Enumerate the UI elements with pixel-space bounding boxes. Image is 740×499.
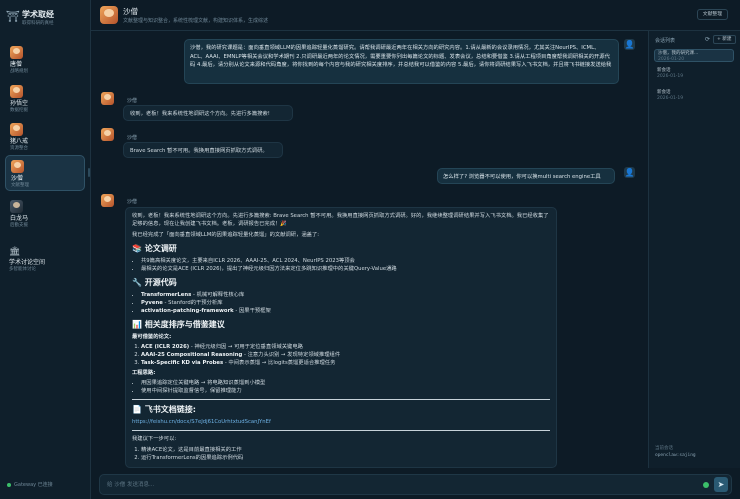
agent-role: 后勤支援 xyxy=(10,223,28,228)
session-item[interactable]: 新会话 2026-01-19 xyxy=(654,89,734,102)
engineering-subheading: 工程思路: xyxy=(132,370,156,376)
report-intro: 收到，老板！我来系统性地调研这个方向。先进行多篇搜索: Brave Search… xyxy=(132,213,549,227)
current-session-label: 当前会话 xyxy=(655,446,673,451)
papers-heading: 📚 论文调研 xyxy=(132,244,177,253)
agent-name: 猪八戒 xyxy=(10,138,29,145)
avatar xyxy=(10,123,23,136)
list-item: AAAI-25 Compositional Reasoning - 注意力头识别… xyxy=(141,351,550,359)
sidebar: ⛩ 学术取经 取得科研的真经 唐僧 战略规划 孙悟空 数据挖掘 猪八戒 资源整合… xyxy=(0,0,91,499)
code-heading: 🔧 开源代码 xyxy=(132,278,177,287)
agent-role: 文献整理 xyxy=(11,183,29,188)
brand-title: 学术取经 xyxy=(22,10,54,19)
bot-message: 收到，老板！我来系统性地调研这个方向。先进行多篇搜索! xyxy=(123,105,293,121)
bot-avatar xyxy=(101,92,114,105)
chat-thread: 沙僧，我的研究课题是：面向垂直领域LLM的因果追踪轻量化蒸馏研究。请帮我调研最近… xyxy=(91,31,648,468)
sidebar-scroll-handle[interactable] xyxy=(88,168,90,177)
rank-subheading: 最可借鉴的论文: xyxy=(132,334,172,340)
status-dot-icon xyxy=(7,482,11,487)
message-input[interactable] xyxy=(107,479,667,491)
header-avatar xyxy=(100,6,118,24)
send-button[interactable]: ➤ xyxy=(714,477,728,492)
agent-name: 白龙马 xyxy=(10,215,29,222)
header-title: 沙僧 xyxy=(123,7,138,16)
bot-name: 沙僧 xyxy=(127,135,138,141)
user-message: 沙僧，我的研究课题是：面向垂直领域LLM的因果追踪轻量化蒸馏研究。请帮我调研最近… xyxy=(184,39,619,84)
forum-name: 学术讨论空间 xyxy=(9,259,46,266)
bot-message: Brave Search 暂不可用。我换用直接网页抓取方式调研。 xyxy=(123,142,283,158)
list-item: Pyvene - Stanford的干预分析库 xyxy=(141,299,550,307)
refresh-icon[interactable]: ⟳ xyxy=(705,36,710,43)
agent-role: 资源整合 xyxy=(10,146,28,151)
next-steps-title: 我建议下一步可以: xyxy=(132,436,177,442)
sidebar-agent-shaseng[interactable]: 沙僧 文献整理 xyxy=(5,155,85,191)
list-item: 共9篇高相关度论文，主要来自ICLR 2026、AAAI-25、ACL 2024… xyxy=(141,257,550,265)
agent-role: 战略规划 xyxy=(10,69,28,74)
agent-name: 沙僧 xyxy=(11,175,24,182)
session-date: 2026-01-19 xyxy=(657,73,684,79)
session-date: 2026-01-20 xyxy=(658,56,685,62)
sidebar-agent-tangseng[interactable]: 唐僧 战略规划 xyxy=(5,42,85,76)
brand-subtitle: 取得科研的真经 xyxy=(22,21,54,26)
voice-status-icon[interactable] xyxy=(703,482,709,488)
current-session-id: openclaw:sajing xyxy=(655,453,696,458)
session-panel-title: 会话列表 xyxy=(655,38,676,44)
agent-name: 孙悟空 xyxy=(10,100,29,107)
list-item: 使用中间探针提取监督信号，保留推理能力 xyxy=(141,387,550,395)
sidebar-agent-sunwukong[interactable]: 孙悟空 数据挖掘 xyxy=(5,81,85,115)
header-role-button[interactable]: 文献整理 xyxy=(696,9,728,20)
divider xyxy=(132,399,550,400)
sidebar-agent-zhubajie[interactable]: 猪八戒 资源整合 xyxy=(5,119,85,153)
list-item: 运行TransformerLens的因果追踪示例代码 xyxy=(141,454,550,462)
agent-name: 唐僧 xyxy=(10,61,23,68)
divider xyxy=(132,430,550,431)
session-item[interactable]: 新会话 2026-01-19 xyxy=(654,67,734,80)
bot-report-message: 收到，老板！我来系统性地调研这个方向。先进行多篇搜索: Brave Search… xyxy=(125,207,557,468)
rank-heading: 📊 相关度排序与借鉴建议 xyxy=(132,320,225,329)
chat-header: 沙僧 文献整理与知识整合，系统性梳理文献，构建知识体系，生成综述 文献整理 xyxy=(91,0,740,31)
sidebar-forum[interactable]: 🏛 学术讨论空间 多智能体讨论 xyxy=(9,247,45,273)
new-session-button[interactable]: + 新建 xyxy=(713,35,736,44)
building-icon: 🏛 xyxy=(9,247,21,257)
engineering-list: 用因果追踪定位关键电路 → 将电路知识蒸馏到小模型 使用中间探针提取监督信号，保… xyxy=(132,379,550,395)
bot-avatar xyxy=(101,128,114,141)
session-item[interactable]: 沙僧，我的研究课... 2026-01-20 xyxy=(654,49,734,62)
list-item: TransformerLens - 机械可解释性核心库 xyxy=(141,291,550,299)
list-item: activation-patching-framework - 因果干预框架 xyxy=(141,307,550,315)
list-item: 用因果追踪定位关键电路 → 将电路知识蒸馏到小模型 xyxy=(141,379,550,387)
avatar xyxy=(11,160,24,173)
user-icon: 👤 xyxy=(624,167,635,178)
temple-icon: ⛩ xyxy=(6,10,20,23)
forum-sub: 多智能体讨论 xyxy=(9,267,36,272)
bot-name: 沙僧 xyxy=(127,98,138,104)
sidebar-agent-bailongma[interactable]: 白龙马 后勤支援 xyxy=(5,196,85,230)
next-steps-list: 精读ACE论文，这是目前最直接相关的工作 运行TransformerLens的因… xyxy=(132,446,550,462)
session-panel: 会话列表 ⟳ + 新建 沙僧，我的研究课... 2026-01-20 新会话 2… xyxy=(648,31,740,468)
connection-status: Gateway 已连接 xyxy=(7,481,53,488)
list-item: ACE (ICLR 2026) - 神经元级归因 → 可用于定位垂直领域关键电路 xyxy=(141,343,550,351)
agent-role: 数据挖掘 xyxy=(10,108,28,113)
report-scope: 我已经完成了「面向垂直领域LLM的因果追踪轻量化蒸馏」的文献调研，涵盖了: xyxy=(132,232,320,238)
bot-name: 沙僧 xyxy=(127,199,138,205)
message-composer: ➤ xyxy=(99,474,732,495)
avatar xyxy=(10,200,23,213)
list-item: 精读ACE论文，这是目前最直接相关的工作 xyxy=(141,446,550,454)
list-item: 最相关的论文是ACE (ICLR 2026)，提出了神经元级归因方法来定位多跳知… xyxy=(141,265,550,273)
user-message: 怎么样了? 浏览器不可以使用，你可以换multi search engine工具 xyxy=(437,168,615,184)
feishu-doc-link[interactable]: https://feishu.cn/docx/S7eJdj61CoUrhtxtu… xyxy=(132,418,550,426)
session-date: 2026-01-19 xyxy=(657,95,684,101)
code-list: TransformerLens - 机械可解释性核心库 Pyvene - Sta… xyxy=(132,291,550,315)
papers-list: 共9篇高相关度论文，主要来自ICLR 2026、AAAI-25、ACL 2024… xyxy=(132,257,550,273)
rank-list: ACE (ICLR 2026) - 神经元级归因 → 可用于定位垂直领域关键电路… xyxy=(132,343,550,367)
bot-avatar xyxy=(101,194,114,207)
list-item: Task-Specific KD via Probes - 中间表示蒸馏 → 比… xyxy=(141,359,550,367)
avatar xyxy=(10,46,23,59)
user-icon: 👤 xyxy=(624,39,635,50)
avatar xyxy=(10,85,23,98)
header-subtitle: 文献整理与知识整合，系统性梳理文献，构建知识体系，生成综述 xyxy=(123,18,269,24)
doc-heading: 📄 飞书文档链接: xyxy=(132,405,196,414)
status-text: Gateway 已连接 xyxy=(14,482,53,488)
brand: ⛩ 学术取经 取得科研的真经 xyxy=(6,10,54,27)
